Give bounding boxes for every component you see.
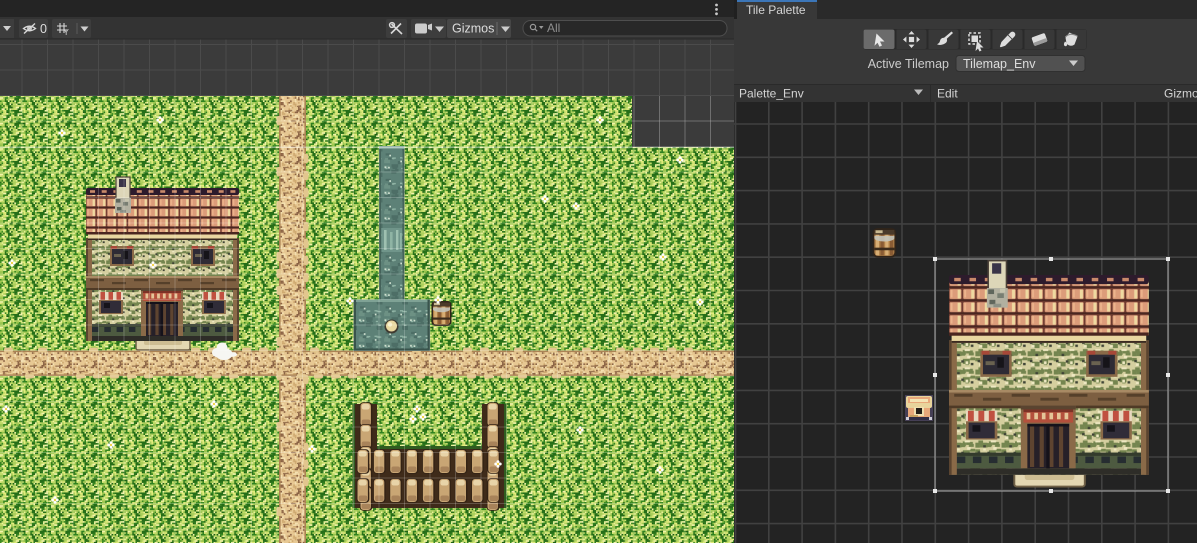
- svg-text:Tilemap_Env: Tilemap_Env: [963, 57, 1036, 71]
- svg-text:All: All: [547, 21, 560, 35]
- svg-text:Palette_Env: Palette_Env: [739, 87, 804, 101]
- svg-text:Tile Palette: Tile Palette: [746, 3, 806, 17]
- svg-text:Gizmos: Gizmos: [1164, 87, 1197, 101]
- svg-text:0: 0: [40, 22, 47, 36]
- svg-text:Gizmos: Gizmos: [452, 22, 494, 36]
- svg-text:Y: Y: [64, 28, 70, 37]
- svg-text:Active Tilemap: Active Tilemap: [868, 57, 949, 71]
- svg-text:Edit: Edit: [937, 87, 958, 101]
